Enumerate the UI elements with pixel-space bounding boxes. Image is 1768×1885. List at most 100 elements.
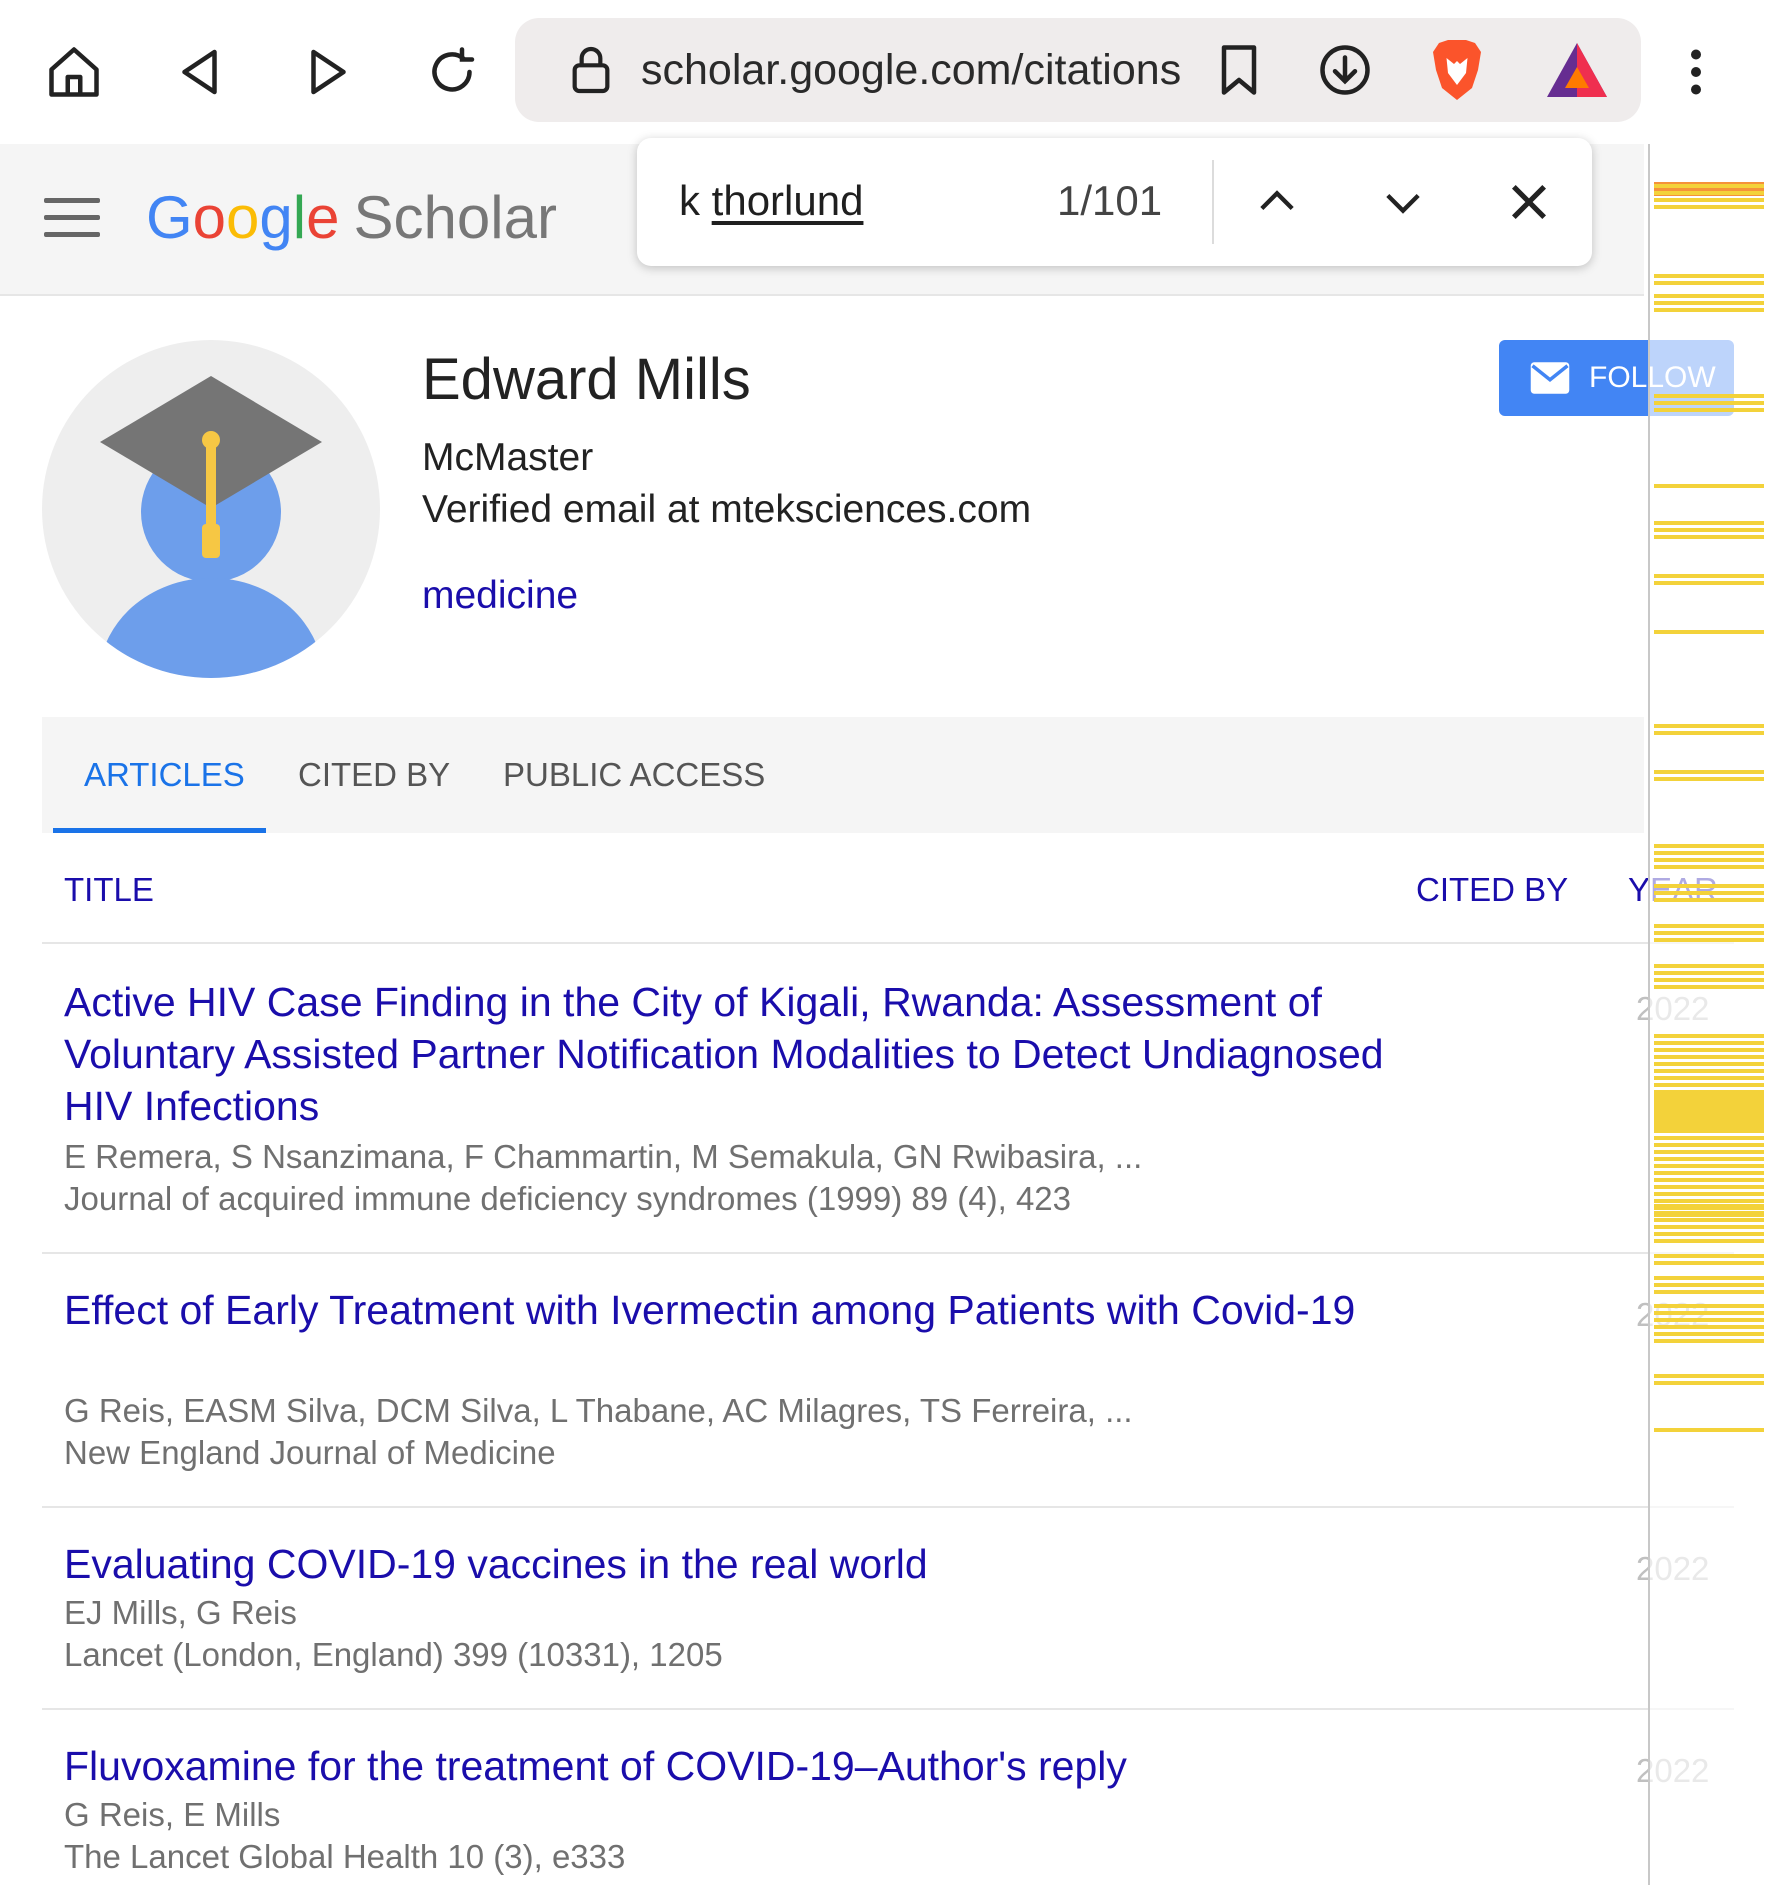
find-query-word: thorlund [711,177,864,224]
article-title-link[interactable]: Effect of Early Treatment with Ivermecti… [64,1284,1384,1336]
match-marker [1654,1218,1764,1222]
match-marker [1654,281,1764,285]
match-marker [1654,1311,1764,1315]
match-marker [1654,884,1764,888]
match-marker [1654,184,1764,188]
match-marker [1654,1083,1764,1087]
find-next-button[interactable] [1367,166,1439,238]
article-venue: New England Journal of Medicine [64,1434,556,1471]
article-title-link[interactable]: Evaluating COVID-19 vaccines in the real… [64,1538,1384,1590]
match-marker [1654,581,1764,585]
article-authors: G Reis, E Mills [64,1796,281,1833]
brave-lion-icon[interactable] [1421,34,1493,106]
match-marker [1654,1157,1764,1161]
match-marker [1654,724,1764,728]
match-marker [1654,1428,1764,1432]
match-marker [1654,1211,1764,1215]
match-marker [1654,535,1764,539]
column-header-cited-by[interactable]: CITED BY [1416,870,1568,910]
url-text: scholar.google.com/citations [641,46,1182,94]
match-marker [1654,978,1764,982]
match-marker [1654,1381,1764,1385]
match-marker [1654,1325,1764,1329]
match-marker [1654,301,1764,305]
tab-public-access[interactable]: PUBLIC ACCESS [503,753,765,797]
match-marker [1654,408,1764,412]
match-marker [1654,1150,1764,1154]
match-marker [1654,1232,1764,1236]
match-marker [1654,1276,1764,1280]
match-marker [1654,1192,1764,1196]
column-header-title[interactable]: TITLE [64,870,154,910]
match-marker [1654,964,1764,968]
match-marker [1654,1122,1764,1126]
graduate-avatar-icon [99,376,323,678]
divider [42,1708,1734,1710]
forward-icon[interactable] [290,36,362,108]
match-marker [1654,1069,1764,1073]
match-marker [1654,1076,1764,1080]
back-icon[interactable] [166,36,238,108]
match-marker [1654,985,1764,989]
divider [42,1506,1734,1508]
article-title-link[interactable]: Fluvoxamine for the treatment of COVID-1… [64,1740,1384,1792]
match-marker [1654,1164,1764,1168]
menu-icon[interactable] [44,198,100,242]
divider [42,942,1734,944]
match-marker [1654,770,1764,774]
match-marker [1654,394,1764,398]
find-close-button[interactable] [1493,166,1565,238]
match-marker [1654,844,1764,848]
article-title-link[interactable]: Active HIV Case Finding in the City of K… [64,976,1384,1132]
match-marker [1654,1171,1764,1175]
match-marker [1654,1199,1764,1203]
match-marker [1654,521,1764,525]
match-marker [1654,1374,1764,1378]
match-marker [1654,1115,1764,1119]
article-authors: G Reis, EASM Silva, DCM Silva, L Thabane… [64,1392,1133,1429]
find-previous-button[interactable] [1241,166,1313,238]
active-tab-indicator [53,828,266,833]
find-query-prefix: k [679,177,712,224]
more-vert-icon[interactable] [1660,36,1732,108]
match-marker [1654,1041,1764,1045]
tab-cited-by[interactable]: CITED BY [298,753,450,797]
match-marker [1654,858,1764,862]
match-marker [1654,1283,1764,1287]
download-icon[interactable] [1315,40,1375,100]
tab-articles[interactable]: ARTICLES [84,753,245,797]
match-marker [1654,308,1764,312]
find-divider [1212,160,1214,244]
match-marker [1654,1055,1764,1059]
match-marker [1654,1261,1764,1265]
match-marker [1654,630,1764,634]
profile-affiliation: McMaster [422,436,594,479]
google-scholar-logo[interactable]: Google Scholar [146,180,557,256]
match-marker [1654,777,1764,781]
match-marker [1654,191,1764,195]
address-bar[interactable]: scholar.google.com/citations [515,18,1641,122]
match-marker [1654,731,1764,735]
match-marker [1654,1094,1764,1098]
match-marker [1654,401,1764,405]
bookmark-icon[interactable] [1209,40,1269,100]
reload-icon[interactable] [416,36,488,108]
find-query-input[interactable]: k thorlund [679,176,863,226]
match-marker [1654,1204,1764,1208]
match-marker [1654,1254,1764,1258]
match-marker [1654,1332,1764,1336]
find-match-count: 1/101 [1057,177,1163,224]
article-venue: Journal of acquired immune deficiency sy… [64,1180,1072,1217]
brave-rewards-icon[interactable] [1541,34,1613,106]
profile-name: Edward Mills [422,347,751,412]
match-marker [1654,924,1764,928]
profile-interest-link[interactable]: medicine [422,572,578,620]
profile-tabs: ARTICLES CITED BY PUBLIC ACCESS [42,717,1644,833]
match-marker [1654,931,1764,935]
match-marker [1654,1129,1764,1133]
find-in-page-bar: k thorlund 1/101 [637,138,1592,266]
find-match-scrollbar[interactable] [1648,144,1768,1885]
match-marker [1654,1136,1764,1140]
match-marker [1654,971,1764,975]
home-icon[interactable] [38,36,110,108]
